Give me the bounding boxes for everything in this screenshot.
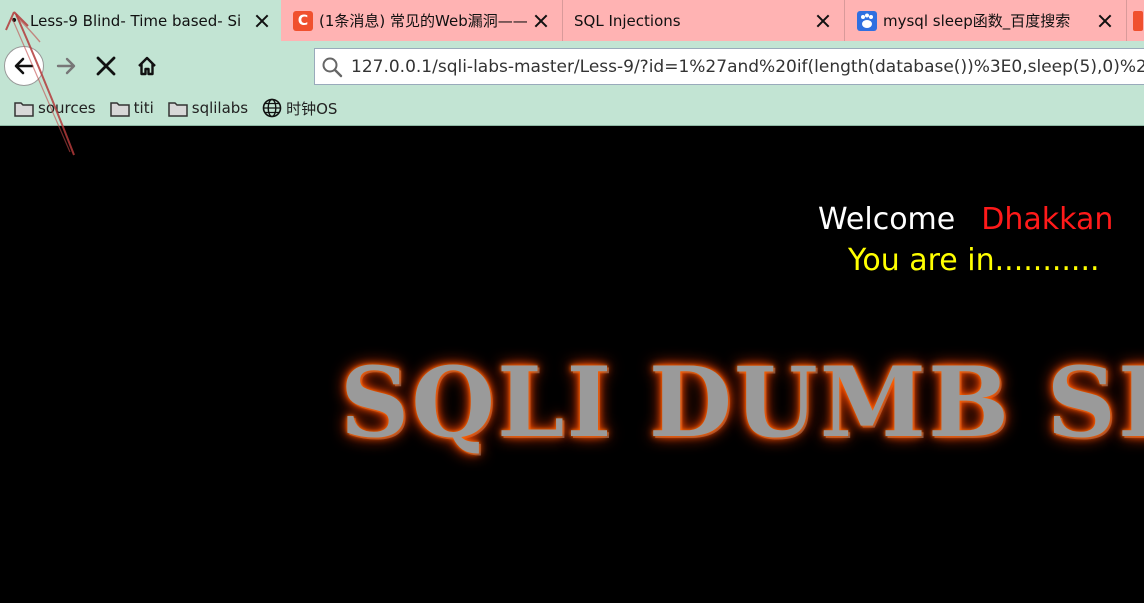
- close-tab-icon[interactable]: [253, 12, 271, 30]
- close-tab-icon[interactable]: [532, 12, 550, 30]
- sqli-dumb-banner: SQLI DUMB SE: [340, 346, 1144, 459]
- tab-partial[interactable]: [1127, 0, 1144, 41]
- folder-icon: [109, 101, 130, 117]
- csdn-icon: C: [293, 10, 313, 31]
- home-button[interactable]: [133, 53, 161, 79]
- baidu-paw-icon: [857, 10, 877, 31]
- close-tab-icon[interactable]: [1096, 12, 1114, 30]
- tab-title: Less-9 Blind- Time based- Si: [30, 11, 242, 30]
- stop-button[interactable]: [92, 53, 120, 79]
- stop-x-icon: [96, 56, 116, 76]
- bookmark-label: 时钟OS: [286, 99, 338, 118]
- tab-sql-injections[interactable]: SQL Injections: [563, 0, 845, 41]
- bookmarks-bar: sources titi sqlilabs 时钟OS: [0, 91, 1144, 126]
- tab-strip: • Less-9 Blind- Time based- Si C (1条消息) …: [0, 0, 1144, 41]
- loading-dot-icon: •: [10, 12, 19, 29]
- url-text[interactable]: 127.0.0.1/sqli-labs-master/Less-9/?id=1%…: [351, 57, 1144, 77]
- folder-icon: [14, 101, 34, 117]
- navigation-toolbar: 127.0.0.1/sqli-labs-master/Less-9/?id=1%…: [0, 41, 1144, 91]
- tab-less9[interactable]: • Less-9 Blind- Time based- Si: [0, 0, 281, 41]
- bookmark-clock-os[interactable]: 时钟OS: [262, 98, 337, 119]
- back-button[interactable]: [4, 46, 44, 86]
- close-tab-icon[interactable]: [814, 12, 832, 30]
- tab-title: SQL Injections: [574, 11, 681, 30]
- user-name: Dhakkan: [981, 202, 1114, 237]
- forward-arrow-icon: [56, 57, 76, 75]
- bookmark-sqlilabs[interactable]: sqlilabs: [168, 99, 248, 117]
- tab-title: mysql sleep函数_百度搜索: [883, 12, 1071, 30]
- address-bar[interactable]: 127.0.0.1/sqli-labs-master/Less-9/?id=1%…: [314, 48, 1144, 85]
- back-arrow-icon: [14, 57, 34, 75]
- folder-icon: [168, 101, 188, 117]
- tab-favicon-icon: [1133, 10, 1143, 31]
- bookmark-label: sqlilabs: [191, 99, 249, 117]
- welcome-line: Welcome Dhakkan: [818, 202, 1113, 237]
- search-icon: [322, 57, 343, 77]
- tab-baidu[interactable]: mysql sleep函数_百度搜索: [845, 0, 1127, 41]
- bookmark-titi[interactable]: titi: [109, 99, 154, 117]
- bookmark-label: titi: [133, 99, 154, 117]
- status-message: You are in...........: [848, 243, 1100, 278]
- globe-icon: [262, 98, 282, 118]
- forward-button[interactable]: [52, 53, 80, 79]
- tab-csdn[interactable]: C (1条消息) 常见的Web漏洞——: [281, 0, 563, 41]
- bookmark-sources[interactable]: sources: [14, 99, 96, 117]
- page-content: Welcome Dhakkan You are in........... SQL…: [0, 127, 1144, 603]
- home-icon: [138, 56, 156, 76]
- bookmark-label: sources: [38, 99, 96, 117]
- welcome-text: Welcome: [818, 202, 956, 237]
- tab-title: (1条消息) 常见的Web漏洞——: [319, 12, 528, 30]
